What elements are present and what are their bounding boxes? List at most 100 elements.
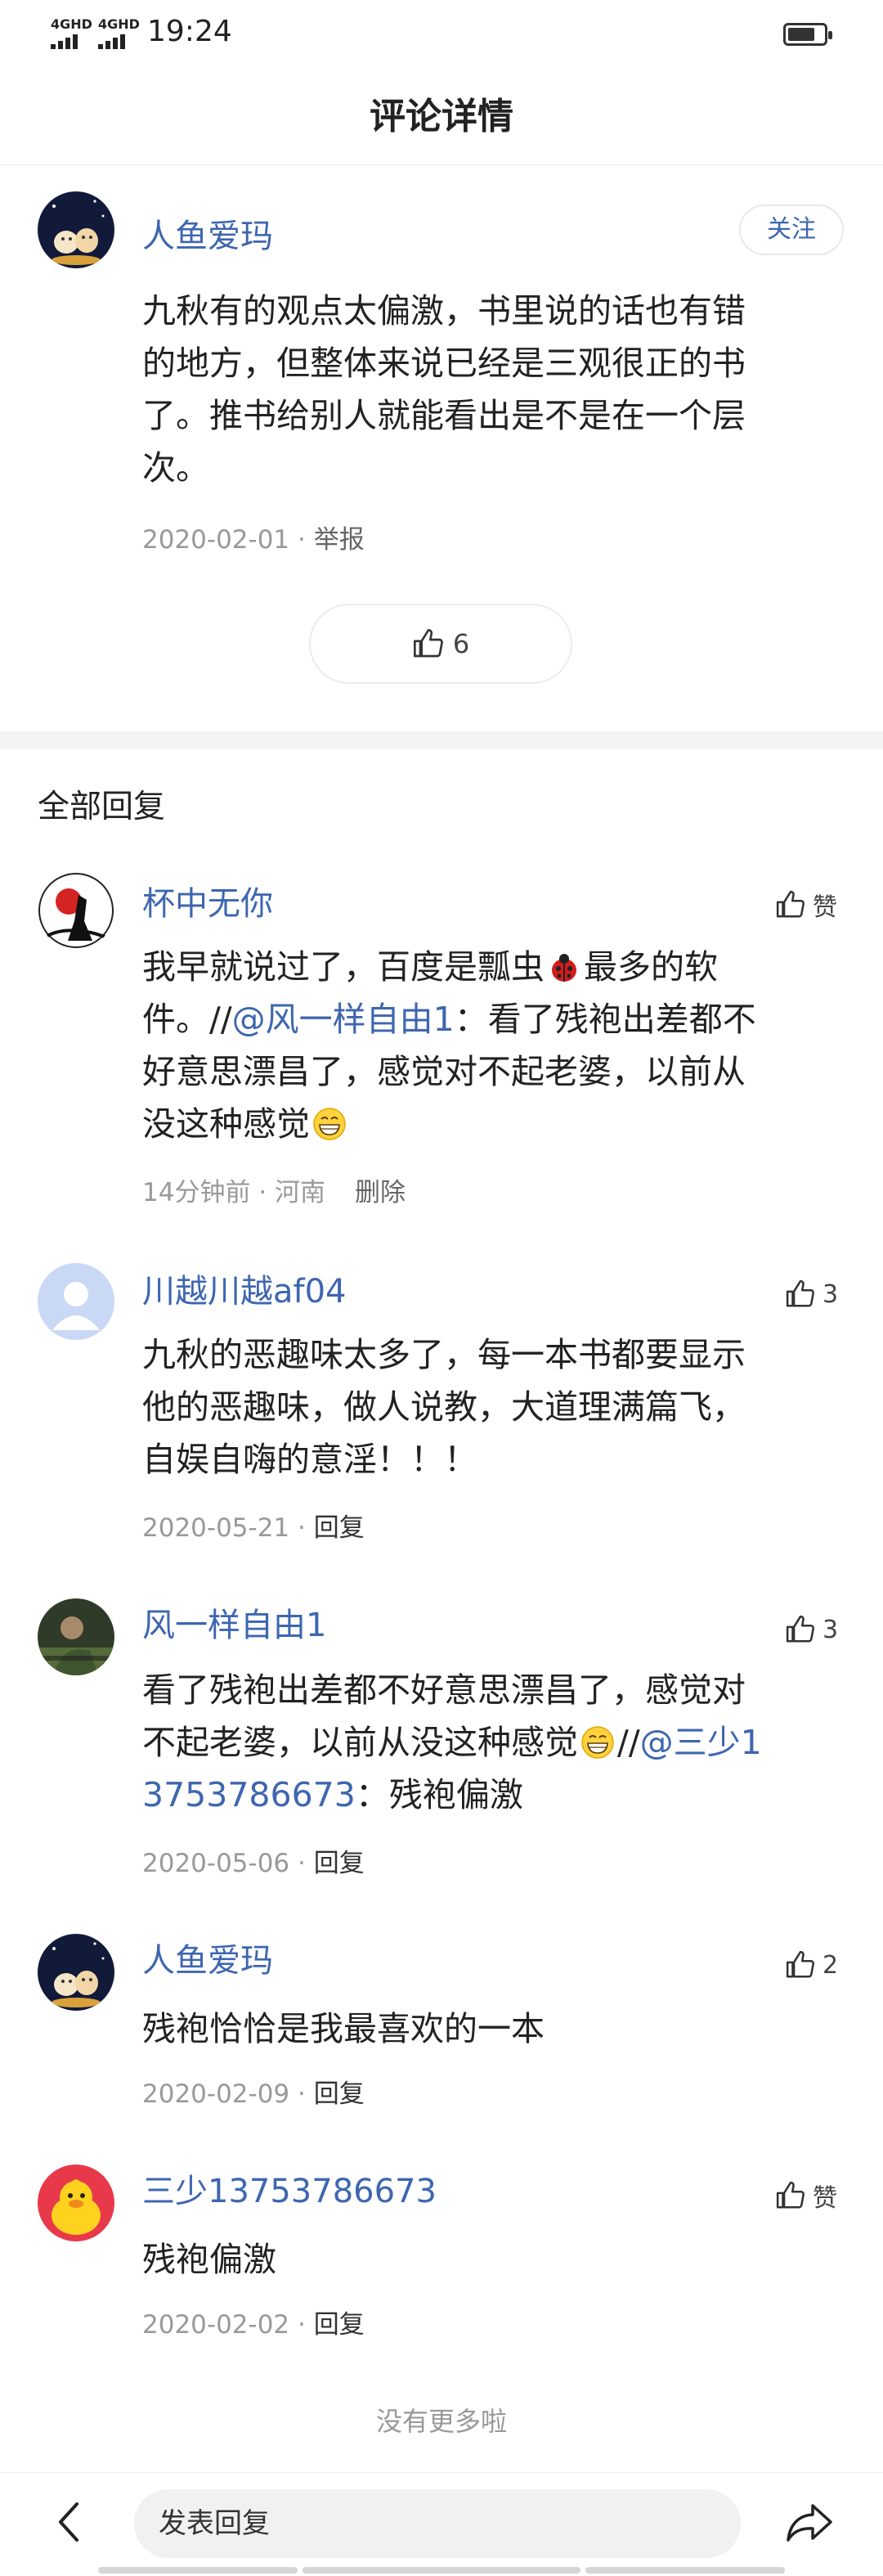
reply-body: 残袍偏激 [142, 2233, 845, 2286]
gesture-bar [98, 2567, 298, 2574]
reply-meta: 2020-02-02 · 回复 [142, 2304, 365, 2340]
like-count: 3 [822, 1279, 839, 1309]
comment-line: 的地方，但整体来说已经是三观很正的书 [142, 344, 746, 383]
mention-link[interactable]: @三少1 [640, 1723, 762, 1762]
share-arrow-icon[interactable] [783, 2497, 836, 2547]
signal-indicator-1: 4GHD [51, 18, 92, 49]
reply-line: 他的恶趣味，做人说教，大道理满篇飞， [142, 1387, 746, 1427]
delete-link[interactable]: 删除 [355, 1178, 406, 1207]
back-arrow-icon[interactable] [49, 2497, 90, 2547]
reply-meta: 14分钟前 · 河南 删除 [142, 1171, 406, 1208]
comment-date: 2020-02-01 [142, 525, 290, 555]
reply-meta: 2020-05-06 · 回复 [142, 1842, 365, 1879]
follow-button[interactable]: 关注 [739, 205, 844, 255]
avatar-swordsman-icon [38, 872, 114, 949]
thumbs-up-icon [413, 629, 443, 658]
avatar-mermaid-icon [38, 1934, 114, 2011]
bottom-bar: 发表回复 [0, 2472, 883, 2576]
meta-separator: · [289, 2310, 314, 2340]
no-more-label: 没有更多啦 [375, 2406, 507, 2437]
reply-line: 残袍恰恰是我最喜欢的一本 [142, 2009, 545, 2048]
like-button[interactable]: 6 [309, 604, 572, 684]
reply-text: // [617, 1723, 640, 1762]
avatar-duck-icon [38, 2165, 114, 2241]
reply-like-button[interactable]: 3 [785, 1275, 838, 1314]
mention-link[interactable]: @风一样自由1 [232, 1000, 455, 1039]
mention-link[interactable]: 3753786673 [142, 1775, 356, 1814]
reply-like-button[interactable]: 3 [785, 1610, 838, 1649]
like-count: 6 [452, 628, 470, 659]
reply-meta: 2020-05-21 · 回复 [142, 1507, 365, 1544]
reply-location: 河南 [275, 1178, 326, 1207]
reply-line: 好意思漂昌了，感觉对不起老婆，以前从 [142, 1052, 746, 1091]
comment-meta: 2020-02-01 · 举报 [142, 519, 365, 555]
reply-text: 我早就说过了，百度是瓢虫 [142, 947, 545, 987]
meta-separator: · [289, 525, 314, 555]
like-count: 3 [822, 1615, 839, 1644]
comment-author-name[interactable]: 人鱼爱玛 [142, 209, 273, 257]
reply-text: ：看了残袍出差都不 [454, 1000, 756, 1039]
reply-date: 2020-02-09 [142, 2079, 290, 2109]
reply-author-name[interactable]: 人鱼爱玛 [142, 1934, 273, 1981]
reply-like-button[interactable]: 赞 [775, 885, 837, 924]
like-label: 赞 [813, 2184, 837, 2213]
avatar[interactable] [38, 1598, 114, 1675]
gesture-bar [585, 2567, 785, 2574]
thumbs-up-icon [776, 890, 805, 918]
like-label: 赞 [813, 893, 837, 922]
signal-bars-icon [98, 34, 140, 49]
gesture-bar [303, 2567, 580, 2574]
meta-separator: · [250, 1178, 276, 1207]
battery-icon [783, 23, 832, 46]
page-title: 评论详情 [370, 96, 513, 137]
reply-line: 九秋的恶趣味太多了，每一本书都要显示 [142, 1335, 746, 1374]
comment-line: 了。推书给别人就能看出是不是在一个层 [142, 396, 746, 435]
avatar[interactable] [38, 872, 114, 949]
reply-author-name[interactable]: 风一样自由1 [142, 1598, 326, 1646]
reply-line: 我早就说过了，百度是瓢虫 最多的软 [142, 941, 845, 993]
report-link[interactable]: 举报 [314, 525, 365, 555]
title-bar: 评论详情 [0, 69, 883, 165]
reply-text: 最多的软 [584, 947, 718, 987]
reply-like-button[interactable]: 赞 [775, 2176, 837, 2215]
avatar[interactable] [38, 2165, 114, 2241]
reply-text: 件。// [142, 1000, 232, 1039]
reply-text: ：残袍偏激 [355, 1775, 523, 1814]
reply-text: 没这种感觉 [142, 1104, 310, 1144]
reply-body: 看了残袍出差都不好意思漂昌了，感觉对 不起老婆，以前从没这种感觉 //@三少1 3… [142, 1664, 845, 1821]
grin-emoji-icon [580, 1724, 616, 1760]
avatar-mermaid-icon [38, 191, 114, 268]
reply-link[interactable]: 回复 [314, 2310, 365, 2340]
reply-time: 14分钟前 [142, 1178, 251, 1207]
reply-author-name[interactable]: 川越川越af04 [142, 1265, 347, 1312]
reply-link[interactable]: 回复 [314, 2079, 365, 2109]
thumbs-up-icon [786, 1279, 814, 1307]
reply-input[interactable]: 发表回复 [134, 2489, 741, 2558]
avatar[interactable] [38, 1263, 114, 1340]
reply-text: 不起老婆，以前从没这种感觉 [142, 1723, 578, 1762]
default-avatar-icon [38, 1263, 114, 1340]
reply-link[interactable]: 回复 [314, 1513, 365, 1543]
avatar[interactable] [38, 191, 114, 268]
reply-line: 残袍偏激 [142, 2240, 276, 2279]
battery-level-fill [788, 28, 814, 41]
reply-link[interactable]: 回复 [314, 1849, 365, 1878]
reply-body: 九秋的恶趣味太多了，每一本书都要显示 他的恶趣味，做人说教，大道理满篇飞， 自娱… [142, 1328, 845, 1486]
reply-date: 2020-05-06 [142, 1849, 290, 1878]
avatar[interactable] [38, 1934, 114, 2011]
reply-author-name[interactable]: 三少13753786673 [142, 2165, 437, 2212]
comment-line: 九秋有的观点太偏激，书里说的话也有错 [142, 291, 746, 330]
signal-indicator-2: 4GHD [98, 18, 140, 49]
network-type-label: 4GHD [51, 16, 92, 32]
network-type-label: 4GHD [98, 16, 140, 32]
like-count: 2 [822, 1950, 839, 1980]
thumbs-up-icon [776, 2181, 805, 2209]
replies-section-title: 全部回复 [38, 789, 166, 825]
reply-like-button[interactable]: 2 [785, 1945, 838, 1985]
reply-line: 件。//@风一样自由1：看了残袍出差都不 [142, 993, 845, 1045]
grin-emoji-icon [312, 1106, 347, 1142]
thumbs-up-icon [786, 1615, 814, 1643]
avatar-photo-icon [38, 1598, 114, 1675]
reply-author-name[interactable]: 杯中无你 [142, 877, 273, 924]
reply-meta: 2020-02-09 · 回复 [142, 2073, 365, 2110]
